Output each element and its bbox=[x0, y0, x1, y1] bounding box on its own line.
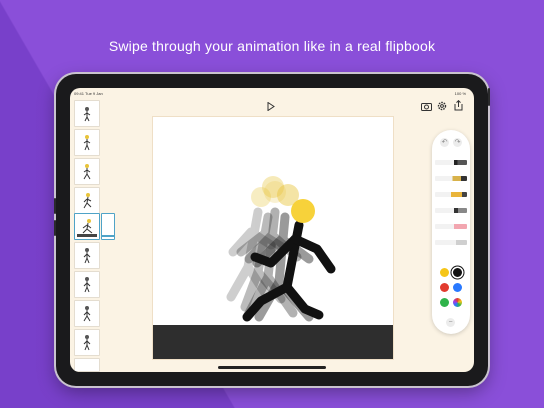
color-wheel-icon[interactable] bbox=[453, 298, 462, 307]
frame-thumbnail[interactable] bbox=[74, 300, 100, 327]
ruler-tool[interactable] bbox=[435, 240, 467, 245]
marker-tool[interactable] bbox=[435, 192, 467, 197]
frame-thumbnail[interactable] bbox=[74, 358, 100, 372]
brush-tool[interactable] bbox=[435, 208, 467, 213]
frame-add-slot-indicator bbox=[102, 235, 114, 237]
drawing-canvas[interactable] bbox=[152, 116, 394, 360]
frame-thumbnail[interactable] bbox=[74, 187, 100, 214]
frame-thumbnail[interactable] bbox=[74, 100, 100, 127]
frame-thumbnail-selected[interactable] bbox=[74, 213, 100, 240]
device-side-button bbox=[54, 198, 56, 214]
frame-thumbnail[interactable] bbox=[74, 242, 100, 269]
status-battery: 100 % bbox=[454, 91, 466, 96]
tool-palette: ↶ ↷ − bbox=[432, 130, 470, 334]
eraser-tool[interactable] bbox=[435, 224, 467, 229]
pencil-tool[interactable] bbox=[435, 176, 467, 181]
pen-tool[interactable] bbox=[435, 160, 467, 165]
stick-figure-head bbox=[291, 199, 315, 223]
device-side-button bbox=[54, 220, 56, 236]
color-swatch-red[interactable] bbox=[440, 283, 449, 292]
home-indicator bbox=[218, 366, 326, 369]
camera-import-icon[interactable] bbox=[420, 100, 432, 112]
share-icon[interactable] bbox=[452, 99, 464, 112]
gear-icon[interactable] bbox=[436, 100, 448, 112]
headline: Swipe through your animation like in a r… bbox=[108, 38, 436, 54]
minus-icon[interactable]: − bbox=[446, 318, 455, 327]
app-screen: 09:41 Tue 9 Jan 100 % ↶ ↷ − bbox=[70, 88, 474, 372]
color-swatch-black-selected[interactable] bbox=[453, 268, 462, 277]
frame-thumbnail[interactable] bbox=[74, 129, 100, 156]
color-swatch-blue[interactable] bbox=[453, 283, 462, 292]
device-side-button bbox=[488, 88, 490, 106]
ground bbox=[153, 325, 393, 359]
color-swatch-green[interactable] bbox=[440, 298, 449, 307]
play-icon[interactable] bbox=[266, 100, 276, 112]
frame-thumbnail[interactable] bbox=[74, 329, 100, 356]
undo-icon[interactable]: ↶ bbox=[440, 138, 449, 147]
color-swatch-yellow[interactable] bbox=[440, 268, 449, 277]
frame-thumbnail[interactable] bbox=[74, 158, 100, 185]
redo-icon[interactable]: ↷ bbox=[453, 138, 462, 147]
frame-thumbnail[interactable] bbox=[74, 271, 100, 298]
status-time: 09:41 Tue 9 Jan bbox=[74, 91, 103, 96]
